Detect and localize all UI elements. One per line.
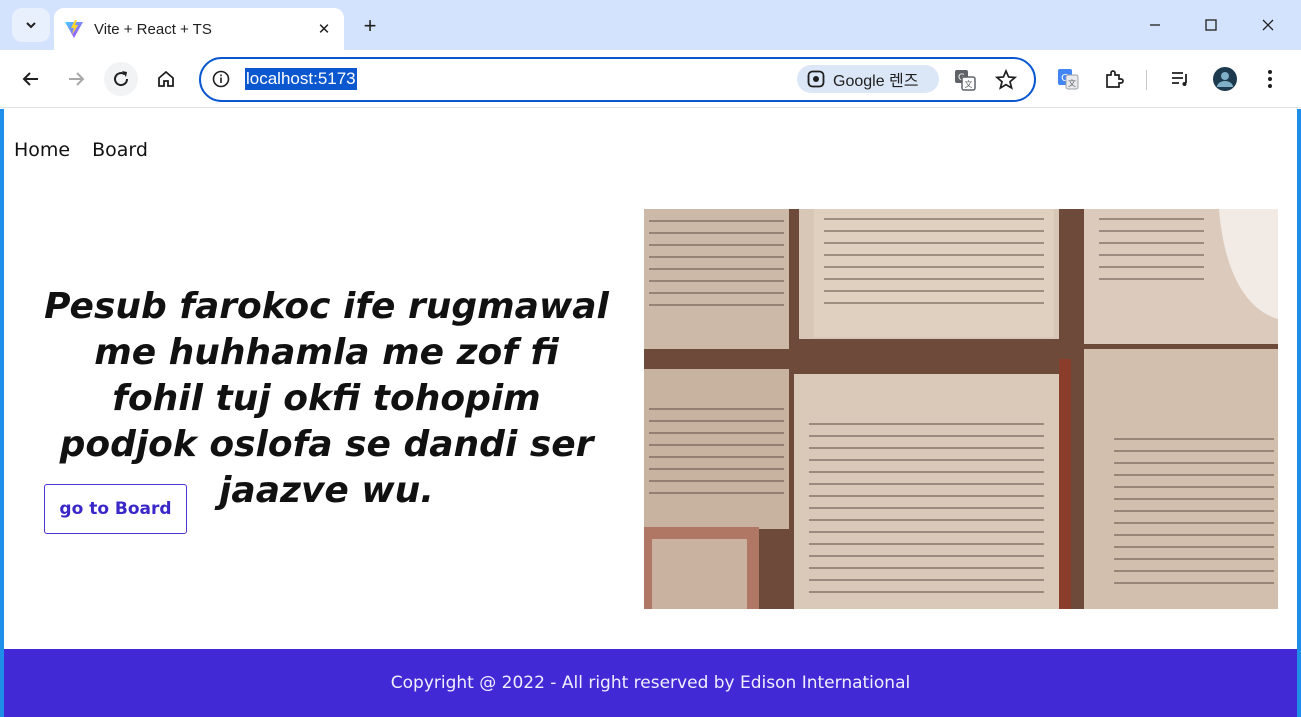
hero-image bbox=[644, 209, 1278, 609]
footer: Copyright @ 2022 - All right reserved by… bbox=[4, 649, 1297, 717]
browser-tab[interactable]: Vite + React + TS ✕ bbox=[54, 8, 344, 50]
nav-board-link[interactable]: Board bbox=[92, 139, 148, 161]
reload-icon[interactable] bbox=[104, 62, 138, 96]
address-bar[interactable]: localhost:5173 Google 렌즈 G文 bbox=[199, 57, 1036, 102]
media-controls-icon[interactable] bbox=[1163, 62, 1197, 96]
profile-avatar[interactable] bbox=[1208, 62, 1242, 96]
open-books-image bbox=[644, 209, 1278, 609]
google-lens-button[interactable]: Google 렌즈 bbox=[797, 65, 939, 93]
lens-label: Google 렌즈 bbox=[833, 73, 919, 90]
close-window-icon[interactable] bbox=[1253, 10, 1283, 40]
browser-toolbar: localhost:5173 Google 렌즈 G文 G文 bbox=[0, 50, 1301, 108]
svg-text:文: 文 bbox=[1068, 78, 1076, 88]
new-tab-button[interactable]: + bbox=[355, 11, 385, 41]
close-tab-icon[interactable]: ✕ bbox=[314, 19, 334, 39]
translate-icon[interactable]: G文 bbox=[953, 68, 977, 92]
tab-search-button[interactable] bbox=[12, 8, 50, 42]
extensions-puzzle-icon[interactable] bbox=[1097, 62, 1131, 96]
go-to-board-button[interactable]: go to Board bbox=[44, 484, 187, 534]
forward-icon[interactable] bbox=[59, 62, 93, 96]
minimize-icon[interactable] bbox=[1140, 10, 1170, 40]
tab-title: Vite + React + TS bbox=[94, 20, 212, 38]
chevron-down-icon bbox=[26, 22, 36, 29]
toolbar-separator bbox=[1146, 70, 1147, 90]
google-translate-extension-icon[interactable]: G文 bbox=[1051, 62, 1085, 96]
bookmark-star-icon[interactable] bbox=[994, 68, 1018, 92]
hero-heading: Pesub farokoc ife rugmawal me huhhamla m… bbox=[44, 286, 609, 511]
page-viewport: Home Board Pesub farokoc ife rugmawal me… bbox=[4, 109, 1297, 717]
vite-logo-icon bbox=[65, 20, 83, 38]
url-text[interactable]: localhost:5173 bbox=[245, 68, 357, 90]
maximize-icon[interactable] bbox=[1196, 10, 1226, 40]
window-edge-right bbox=[1297, 109, 1301, 717]
site-info-icon[interactable] bbox=[211, 69, 231, 89]
home-icon[interactable] bbox=[149, 62, 183, 96]
top-nav: Home Board bbox=[14, 139, 148, 161]
back-icon[interactable] bbox=[14, 62, 48, 96]
lens-icon bbox=[807, 70, 825, 88]
tab-strip: Vite + React + TS ✕ + bbox=[0, 0, 1301, 50]
footer-copyright: Copyright @ 2022 - All right reserved by… bbox=[390, 673, 911, 693]
menu-kebab-icon[interactable] bbox=[1253, 62, 1287, 96]
svg-text:文: 文 bbox=[965, 79, 973, 89]
nav-home-link[interactable]: Home bbox=[14, 139, 70, 161]
